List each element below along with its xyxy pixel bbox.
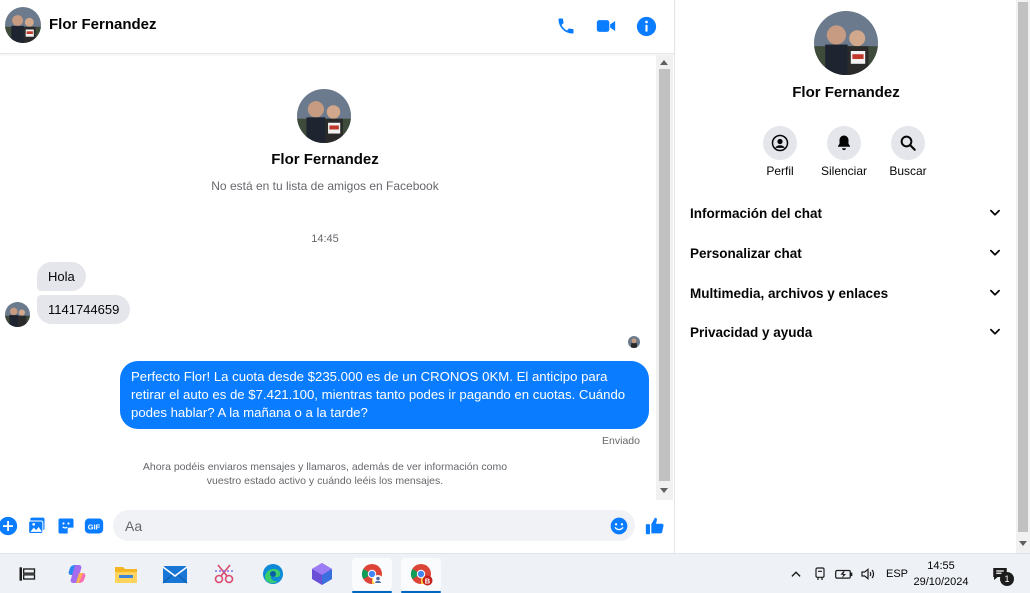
intro-subtitle: No está en tu lista de amigos en Faceboo… [211, 179, 439, 193]
copilot-icon[interactable] [57, 558, 97, 590]
video-camera-icon[interactable] [593, 13, 619, 39]
like-icon[interactable] [644, 515, 666, 537]
phone-icon[interactable] [553, 13, 579, 39]
search-button[interactable]: Buscar [873, 126, 943, 178]
clock[interactable]: 14:55 29/10/2024 [910, 558, 972, 590]
snipping-tool-icon[interactable] [204, 558, 244, 590]
scroll-up-arrow[interactable] [660, 60, 668, 65]
composer: GIF [0, 500, 675, 553]
info-panel: Flor Fernandez Perfil Silenciar Buscar I… [676, 0, 1016, 553]
info-icon[interactable] [633, 13, 659, 39]
message-status: Enviado [602, 435, 640, 447]
page-scroll-thumb[interactable] [1018, 2, 1028, 532]
volume-icon[interactable] [858, 564, 878, 584]
incoming-message[interactable]: Hola [37, 262, 86, 291]
message-input[interactable] [113, 510, 635, 541]
profile-button-circle [763, 126, 797, 160]
profile-avatar[interactable] [814, 11, 878, 75]
mute-label: Silenciar [820, 164, 868, 178]
file-explorer-icon[interactable] [106, 558, 146, 590]
edge-icon[interactable] [253, 558, 293, 590]
message-thread: Flor Fernandez No está en tu lista de am… [0, 55, 656, 500]
section-label: Multimedia, archivos y enlaces [690, 285, 889, 301]
sticker-icon[interactable] [55, 515, 77, 537]
search-label: Buscar [889, 164, 927, 178]
chevron-down-icon [990, 249, 1000, 256]
profile-label: Perfil [766, 164, 794, 178]
gif-icon[interactable]: GIF [83, 515, 105, 537]
outgoing-message[interactable]: Perfecto Flor! La cuota desde $235.000 e… [120, 361, 649, 429]
chevron-down-icon [990, 289, 1000, 296]
chat-header: Flor Fernandez [0, 0, 675, 54]
section-chat-info[interactable]: Información del chat [690, 198, 1002, 228]
intro-avatar[interactable] [297, 89, 351, 143]
chrome-icon[interactable]: B [401, 558, 441, 593]
seen-indicator-avatar [628, 336, 640, 348]
clock-date: 29/10/2024 [913, 576, 969, 588]
scroll-thumb[interactable] [659, 69, 670, 481]
section-label: Información del chat [690, 205, 823, 221]
section-media-files[interactable]: Multimedia, archivos y enlaces [690, 278, 1002, 308]
windows-taskbar: B ESP 14:55 29/10/2024 1 [0, 553, 1030, 593]
search-icon [900, 135, 916, 151]
task-view-icon[interactable] [7, 558, 47, 590]
battery-icon[interactable] [833, 564, 855, 584]
chevron-down-icon [990, 209, 1000, 216]
clock-time: 14:55 [927, 560, 955, 572]
scroll-down-arrow[interactable] [660, 488, 668, 493]
section-customize-chat[interactable]: Personalizar chat [690, 238, 1002, 268]
profile-button[interactable]: Perfil [745, 126, 815, 178]
chrome-profile-icon[interactable] [352, 558, 392, 593]
section-privacy-help[interactable]: Privacidad y ayuda [690, 317, 1002, 347]
avatar[interactable] [5, 7, 41, 43]
page-scrollbar[interactable] [1016, 0, 1030, 553]
search-button-circle [891, 126, 925, 160]
language-indicator[interactable]: ESP [882, 564, 912, 584]
chevron-up-icon[interactable] [786, 564, 806, 584]
section-label: Personalizar chat [690, 245, 802, 261]
intro-contact-name: Flor Fernandez [271, 151, 379, 168]
photo-icon[interactable] [26, 515, 48, 537]
message-timestamp: 14:45 [311, 233, 339, 245]
profile-name: Flor Fernandez [792, 84, 900, 101]
network-icon[interactable] [810, 564, 830, 584]
mail-icon[interactable] [155, 558, 195, 590]
privacy-notice: Ahora podéis enviaros mensajes y llamaro… [142, 461, 508, 487]
bell-icon [838, 135, 850, 151]
messenger-window: Flor Fernandez Flor Fernandez No está en… [0, 0, 1030, 593]
chat-pane: Flor Fernandez Flor Fernandez No está en… [0, 0, 675, 553]
section-label: Privacidad y ayuda [690, 324, 813, 340]
incoming-message[interactable]: 1141744659 [37, 295, 131, 324]
gif-label: GIF [88, 522, 101, 531]
sender-avatar[interactable] [5, 302, 30, 327]
profile-icon [771, 134, 789, 152]
copilot-app-icon[interactable] [302, 558, 342, 590]
mute-button[interactable]: Silenciar [809, 126, 879, 178]
chevron-down-icon [990, 328, 1000, 335]
plus-icon[interactable] [0, 515, 19, 537]
thread-scrollbar[interactable] [656, 55, 673, 500]
chrome-profile-badge: B [425, 576, 431, 585]
emoji-icon[interactable] [608, 515, 630, 537]
notification-count: 1 [1000, 572, 1014, 586]
mute-button-circle [827, 126, 861, 160]
page-scroll-down-arrow[interactable] [1019, 541, 1027, 546]
contact-name[interactable]: Flor Fernandez [49, 16, 157, 33]
